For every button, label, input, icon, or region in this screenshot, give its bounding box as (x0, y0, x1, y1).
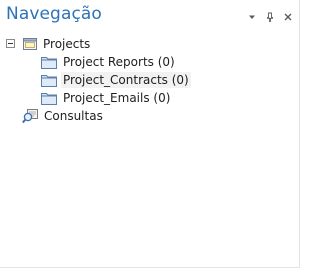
tree-item-label: Project_Contracts (0) (61, 72, 191, 88)
panel-title: Navegação (6, 4, 102, 24)
folder-icon (41, 75, 57, 87)
tree-item-project-reports[interactable]: Project Reports (0) (40, 53, 177, 71)
tree-item-consultas[interactable]: Consultas (22, 107, 105, 125)
pane-buttons (247, 11, 293, 23)
tree-item-project-contracts[interactable]: Project_Contracts (0) (40, 71, 191, 89)
tree-item-projects[interactable]: Projects (22, 35, 92, 53)
dropdown-icon[interactable] (247, 12, 257, 22)
tree-item-label: Consultas (44, 109, 103, 123)
project-folder-icon (23, 38, 37, 50)
tree-item-label: Project Reports (0) (63, 55, 175, 69)
folder-icon (41, 57, 57, 69)
tree-item-project-emails[interactable]: Project_Emails (0) (40, 89, 172, 107)
search-query-icon (22, 109, 38, 124)
tree-item-label: Project_Emails (0) (63, 91, 171, 105)
pin-icon[interactable] (265, 12, 275, 22)
navigation-pane: Navegação Projects Project Reports (0) P… (0, 0, 300, 268)
close-icon[interactable] (283, 12, 293, 22)
collapse-toggle-icon[interactable] (6, 39, 15, 48)
folder-icon (41, 93, 57, 105)
tree-item-label: Projects (43, 37, 91, 51)
